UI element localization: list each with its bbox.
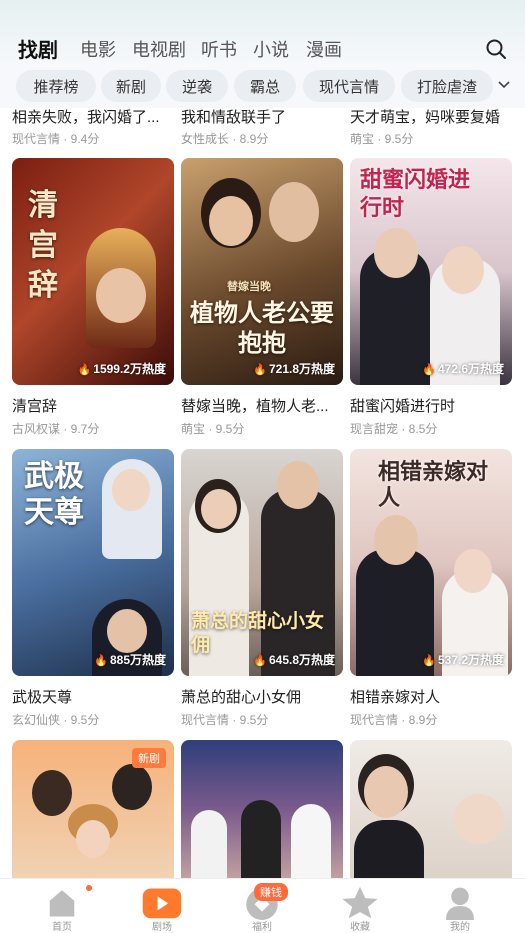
home-icon [49,890,75,917]
nav-label: 首页 [52,922,72,933]
category-chip-bar: 推荐榜 新剧 逆袭 霸总 现代言情 打脸虐渣 [0,64,525,108]
card-meta: 萌宝 · 9.5分 [181,422,245,436]
poster-image[interactable]: 清宫辞 🔥 1599.2万热度 [12,158,174,385]
flame-icon: 🔥 [94,655,108,667]
poster-image[interactable] [350,740,512,878]
card-title[interactable]: 相错亲嫁对人 [350,686,512,707]
tab-find-drama[interactable]: 找剧 [18,34,58,63]
chip-new[interactable]: 新剧 [101,70,161,102]
card-meta: 古风权谋 · 9.7分 [12,422,100,436]
poster-image[interactable]: 替嫁当晚 植物人老公要抱抱 🔥 721.8万热度 [181,158,343,385]
heat-count: 🔥 537.2万热度 [422,653,504,667]
nav-profile[interactable]: 我的 [436,885,484,933]
poster-title-text: 清宫辞 [28,188,58,303]
card-meta: 现代言情 · 8.9分 [350,713,438,727]
card-title[interactable]: 萧总的甜心小女佣 [181,686,343,707]
poster-title-text: 植物人老公要抱抱 [190,298,334,357]
earn-badge: 赚钱 [254,883,288,901]
nav-label: 收藏 [350,922,370,933]
card-meta: 玄幻仙侠 · 9.5分 [12,713,100,727]
heat-count: 🔥 472.6万热度 [422,362,504,376]
heat-count: 🔥 645.8万热度 [253,653,335,667]
tab-novel[interactable]: 小说 [253,36,289,62]
card-meta: 现代言情 · 9.4分 [12,132,100,146]
heat-count: 🔥 721.8万热度 [253,362,335,376]
chip-ceo[interactable]: 霸总 [234,70,296,102]
card-title[interactable]: 甜蜜闪婚进行时 [350,395,512,416]
tab-movie[interactable]: 电影 [80,36,116,62]
star-icon [342,886,378,919]
heat-count: 🔥 885万热度 [94,653,166,667]
top-tab-bar: 找剧 电影 电视剧 听书 小说 漫画 [0,0,525,64]
search-icon[interactable] [485,38,507,60]
tab-comic[interactable]: 漫画 [306,36,342,62]
play-icon [142,888,182,919]
heat-count: 🔥 1599.2万热度 [77,362,166,376]
flame-icon: 🔥 [422,655,436,667]
poster-title-text: 萧总的甜心小女佣 [191,610,325,656]
flame-icon: 🔥 [253,655,267,667]
chip-recommend[interactable]: 推荐榜 [16,70,96,102]
chevron-down-icon[interactable] [497,78,511,92]
poster-image[interactable]: 相错亲嫁对人 🔥 537.2万热度 [350,449,512,676]
card-title[interactable]: 我和情敌联手了 [181,106,343,127]
poster-title-text: 武极天尊 [24,459,84,530]
chip-modern-romance[interactable]: 现代言情 [303,70,395,102]
poster-title-text: 相错亲嫁对人 [378,459,489,511]
poster-title-text: 甜蜜闪婚进行时 [360,167,471,221]
poster-subtitle-text: 替嫁当晚 [227,280,271,293]
chip-comeback[interactable]: 逆袭 [166,70,228,102]
nav-label: 剧场 [152,922,172,933]
poster-image[interactable]: 甜蜜闪婚进行时 🔥 472.6万热度 [350,158,512,385]
card-meta: 女性成长 · 8.9分 [181,132,269,146]
poster-image[interactable] [181,740,343,878]
flame-icon: 🔥 [77,364,92,376]
tab-audiobook[interactable]: 听书 [201,36,237,62]
poster-image[interactable]: 萧总的甜心小女佣 🔥 645.8万热度 [181,449,343,676]
nav-label: 我的 [450,922,470,933]
card-meta: 萌宝 · 9.5分 [350,132,414,146]
flame-icon: 🔥 [253,364,267,376]
card-title[interactable]: 相亲失败，我闪婚了... [12,106,174,127]
new-badge: 新剧 [132,748,166,768]
card-title[interactable]: 清宫辞 [12,395,174,416]
nav-home[interactable]: 首页 [38,885,86,933]
tab-tv-series[interactable]: 电视剧 [132,36,186,62]
user-icon [446,887,474,920]
nav-favorites[interactable]: 收藏 [336,885,384,933]
flame-icon: 🔥 [422,364,436,376]
card-meta: 现代言情 · 9.5分 [181,713,269,727]
card-meta: 现言甜宠 · 8.5分 [350,422,438,436]
nav-theater[interactable]: 剧场 [138,885,186,933]
poster-image[interactable]: 武极天尊 🔥 885万热度 [12,449,174,676]
card-title[interactable]: 武极天尊 [12,686,174,707]
card-title[interactable]: 天才萌宝，妈咪要复婚 [350,106,512,127]
card-title[interactable]: 替嫁当晚，植物人老... [181,395,343,416]
chip-face-slap[interactable]: 打脸虐渣 [401,70,493,102]
notification-dot [86,885,92,891]
poster-image[interactable]: 新剧 [12,740,174,878]
nav-label: 福利 [252,922,272,933]
